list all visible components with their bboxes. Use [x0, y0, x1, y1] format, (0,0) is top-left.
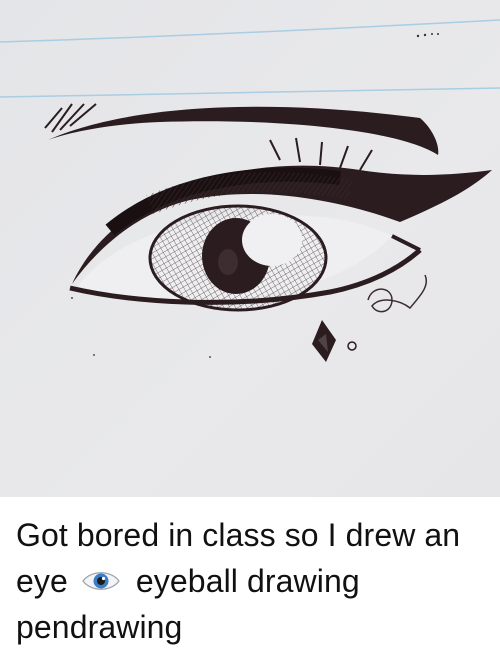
- eye-drawing: [0, 0, 500, 497]
- drawing-photo: [0, 0, 500, 497]
- post-caption: Got bored in class so I drew an eye eyeb…: [16, 512, 486, 650]
- eye-icon: [81, 562, 121, 592]
- caption-hashtags: eyeball drawing pendrawing: [16, 563, 360, 645]
- eye-highlight: [242, 214, 302, 266]
